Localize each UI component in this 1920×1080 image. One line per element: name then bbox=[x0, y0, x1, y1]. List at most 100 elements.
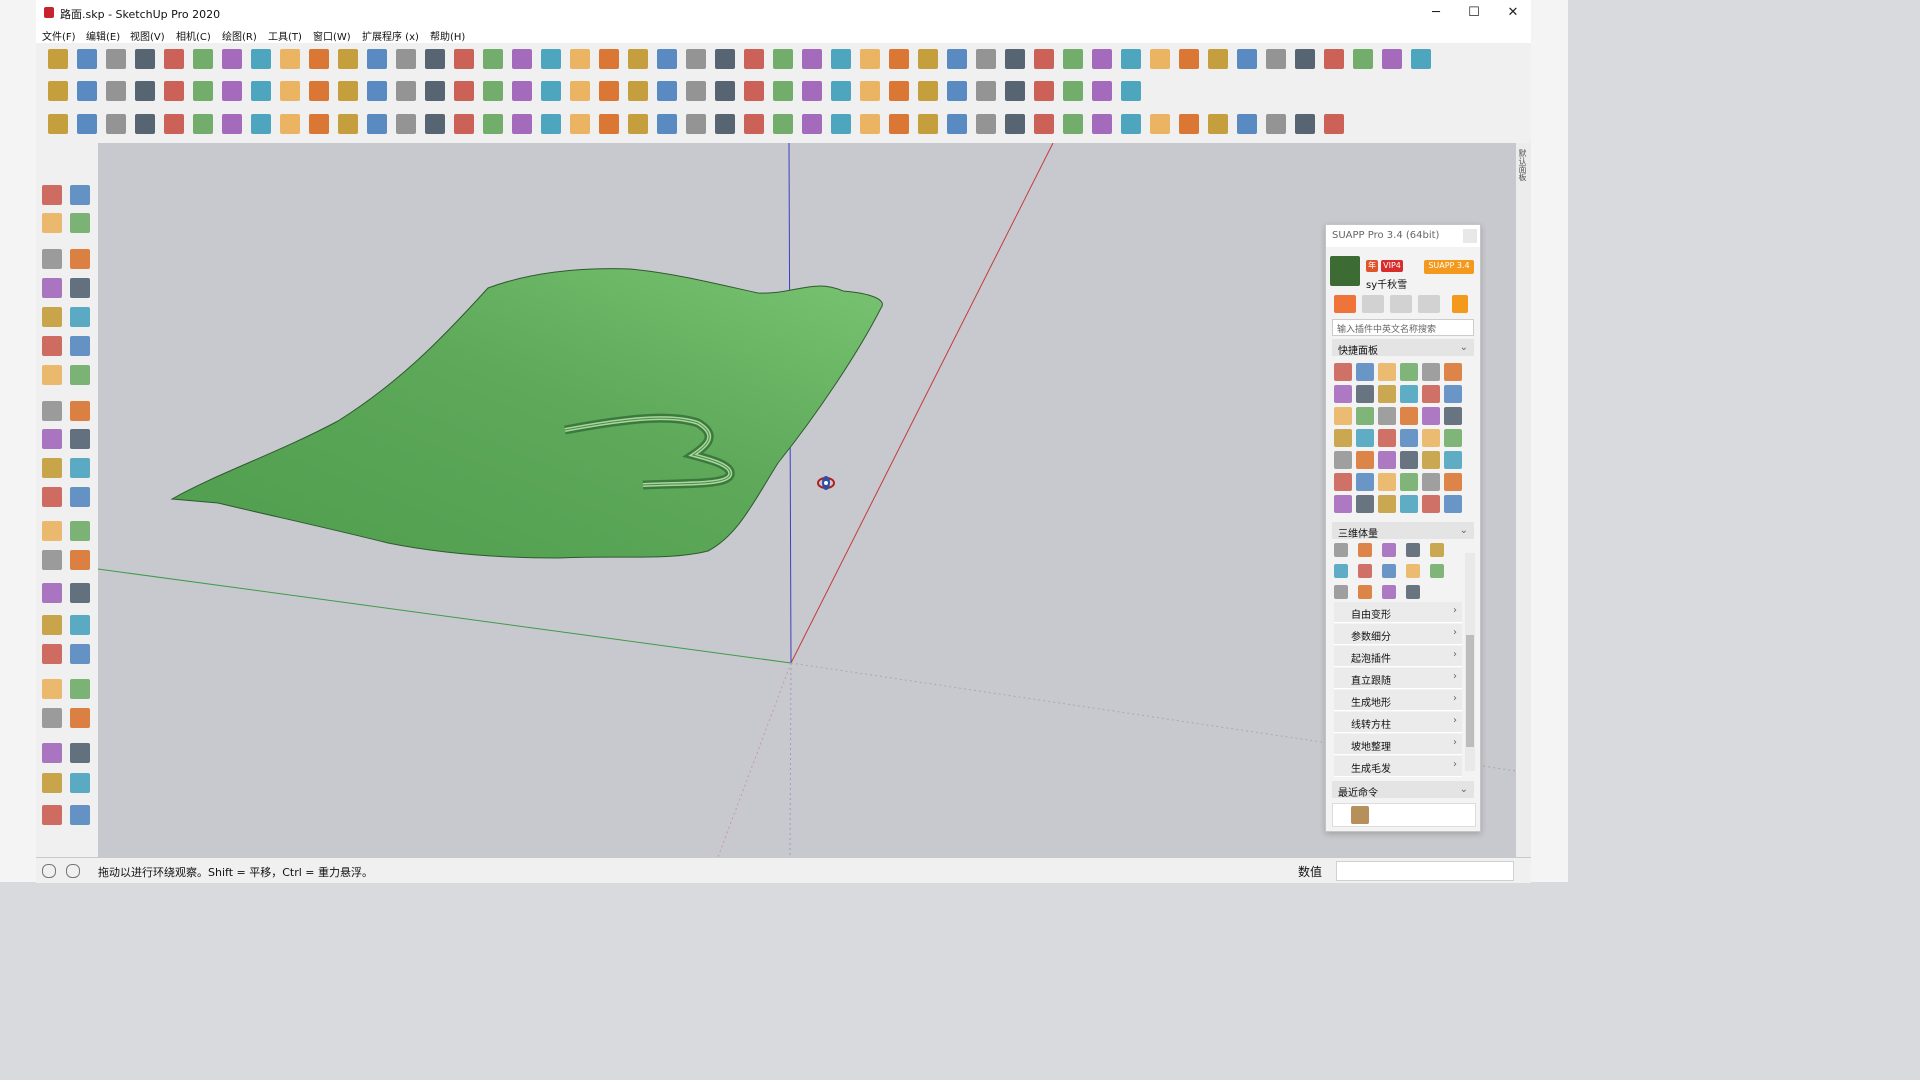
toolbar3-tool-icon-31[interactable] bbox=[918, 114, 938, 134]
quick-plugin-icon-40[interactable] bbox=[1400, 495, 1418, 513]
toolbar2-tool-icon-11[interactable] bbox=[338, 81, 358, 101]
toolbar3-tool-icon-38[interactable] bbox=[1121, 114, 1141, 134]
large-tool-icon-32[interactable] bbox=[70, 644, 90, 664]
toolbar2-tool-icon-29[interactable] bbox=[860, 81, 880, 101]
toolbar1-tool-icon-34[interactable] bbox=[1005, 49, 1025, 69]
toolbar1-tool-icon-9[interactable] bbox=[280, 49, 300, 69]
toolbar1-tool-icon-46[interactable] bbox=[1353, 49, 1373, 69]
menu-camera[interactable]: 相机(C) bbox=[176, 28, 211, 43]
toolbar1-tool-icon-30[interactable] bbox=[889, 49, 909, 69]
toolbar2-tool-icon-22[interactable] bbox=[657, 81, 677, 101]
large-tool-icon-6[interactable] bbox=[70, 249, 90, 269]
toolbar3-tool-icon-13[interactable] bbox=[396, 114, 416, 134]
toolbar2-tool-icon-12[interactable] bbox=[367, 81, 387, 101]
quick-plugin-icon-24[interactable] bbox=[1444, 429, 1462, 447]
toolbar3-tool-icon-19[interactable] bbox=[570, 114, 590, 134]
large-tool-icon-3[interactable] bbox=[42, 213, 62, 233]
large-tool-icon-29[interactable] bbox=[42, 615, 62, 635]
toolbar3-tool-icon-22[interactable] bbox=[657, 114, 677, 134]
toolbar1-tool-icon-18[interactable] bbox=[541, 49, 561, 69]
recent-command-icon[interactable] bbox=[1351, 806, 1369, 824]
toolbar2-tool-icon-4[interactable] bbox=[135, 81, 155, 101]
tab-grid-icon[interactable] bbox=[1452, 295, 1468, 313]
toolbar1-tool-icon-36[interactable] bbox=[1063, 49, 1083, 69]
toolbar3-tool-icon-44[interactable] bbox=[1295, 114, 1315, 134]
toolbar3-tool-icon-33[interactable] bbox=[976, 114, 996, 134]
volume-tool-icon-9[interactable] bbox=[1406, 564, 1420, 578]
large-tool-icon-22[interactable] bbox=[70, 487, 90, 507]
toolbar3-tool-icon-12[interactable] bbox=[367, 114, 387, 134]
toolbar2-tool-icon-7[interactable] bbox=[222, 81, 242, 101]
large-tool-icon-37[interactable] bbox=[42, 743, 62, 763]
menu-help[interactable]: 帮助(H) bbox=[430, 28, 465, 43]
toolbar3-tool-icon-15[interactable] bbox=[454, 114, 474, 134]
toolbar2-tool-icon-31[interactable] bbox=[918, 81, 938, 101]
large-tool-icon-4[interactable] bbox=[70, 213, 90, 233]
large-tool-icon-18[interactable] bbox=[70, 429, 90, 449]
toolbar1-tool-icon-24[interactable] bbox=[715, 49, 735, 69]
quick-plugin-icon-22[interactable] bbox=[1400, 429, 1418, 447]
quick-plugin-icon-16[interactable] bbox=[1400, 407, 1418, 425]
toolbar2-tool-icon-5[interactable] bbox=[164, 81, 184, 101]
toolbar1-tool-icon-25[interactable] bbox=[744, 49, 764, 69]
toolbar3-tool-icon-25[interactable] bbox=[744, 114, 764, 134]
quick-plugin-icon-33[interactable] bbox=[1378, 473, 1396, 491]
toolbar2-tool-icon-28[interactable] bbox=[831, 81, 851, 101]
toolbar2-tool-icon-27[interactable] bbox=[802, 81, 822, 101]
quick-plugin-icon-21[interactable] bbox=[1378, 429, 1396, 447]
toolbar1-tool-icon-16[interactable] bbox=[483, 49, 503, 69]
toolbar1-tool-icon-40[interactable] bbox=[1179, 49, 1199, 69]
large-tool-icon-7[interactable] bbox=[42, 278, 62, 298]
large-tool-icon-5[interactable] bbox=[42, 249, 62, 269]
toolbar2-tool-icon-38[interactable] bbox=[1121, 81, 1141, 101]
menu-tools[interactable]: 工具(T) bbox=[268, 28, 302, 43]
toolbar3-tool-icon-20[interactable] bbox=[599, 114, 619, 134]
toolbar3-tool-icon-45[interactable] bbox=[1324, 114, 1344, 134]
toolbar1-tool-icon-14[interactable] bbox=[425, 49, 445, 69]
toolbar3-tool-icon-5[interactable] bbox=[164, 114, 184, 134]
toolbar1-tool-icon-11[interactable] bbox=[338, 49, 358, 69]
toolbar3-tool-icon-9[interactable] bbox=[280, 114, 300, 134]
toolbar1-tool-icon-35[interactable] bbox=[1034, 49, 1054, 69]
toolbar3-tool-icon-37[interactable] bbox=[1092, 114, 1112, 134]
toolbar3-tool-icon-11[interactable] bbox=[338, 114, 358, 134]
quick-plugin-icon-30[interactable] bbox=[1444, 451, 1462, 469]
toolbar1-tool-icon-31[interactable] bbox=[918, 49, 938, 69]
toolbar3-tool-icon-14[interactable] bbox=[425, 114, 445, 134]
toolbar2-tool-icon-20[interactable] bbox=[599, 81, 619, 101]
toolbar1-tool-icon-10[interactable] bbox=[309, 49, 329, 69]
toolbar1-tool-icon-45[interactable] bbox=[1324, 49, 1344, 69]
panel-scrollbar[interactable] bbox=[1465, 553, 1475, 771]
plugin-menu-item[interactable]: 坡地整理 › bbox=[1334, 734, 1462, 755]
toolbar3-tool-icon-10[interactable] bbox=[309, 114, 329, 134]
quick-plugin-icon-29[interactable] bbox=[1422, 451, 1440, 469]
large-tool-icon-21[interactable] bbox=[42, 487, 62, 507]
large-tool-icon-30[interactable] bbox=[70, 615, 90, 635]
quick-plugin-icon-23[interactable] bbox=[1422, 429, 1440, 447]
toolbar1-tool-icon-3[interactable] bbox=[106, 49, 126, 69]
large-tool-icon-13[interactable] bbox=[42, 365, 62, 385]
toolbar3-tool-icon-23[interactable] bbox=[686, 114, 706, 134]
large-tool-icon-17[interactable] bbox=[42, 429, 62, 449]
toolbar1-tool-icon-17[interactable] bbox=[512, 49, 532, 69]
large-tool-icon-24[interactable] bbox=[70, 521, 90, 541]
terrain-surface[interactable] bbox=[170, 268, 883, 559]
quick-plugin-icon-28[interactable] bbox=[1400, 451, 1418, 469]
large-tool-icon-11[interactable] bbox=[42, 336, 62, 356]
large-tool-icon-23[interactable] bbox=[42, 521, 62, 541]
large-tool-icon-41[interactable] bbox=[42, 805, 62, 825]
volume-tool-icon-11[interactable] bbox=[1334, 585, 1348, 599]
toolbar3-tool-icon-29[interactable] bbox=[860, 114, 880, 134]
toolbar1-tool-icon-5[interactable] bbox=[164, 49, 184, 69]
toolbar2-tool-icon-8[interactable] bbox=[251, 81, 271, 101]
quick-plugin-icon-35[interactable] bbox=[1422, 473, 1440, 491]
toolbar3-tool-icon-24[interactable] bbox=[715, 114, 735, 134]
large-tool-icon-15[interactable] bbox=[42, 401, 62, 421]
large-tool-icon-16[interactable] bbox=[70, 401, 90, 421]
volume-tool-icon-1[interactable] bbox=[1334, 543, 1348, 557]
quick-plugin-icon-36[interactable] bbox=[1444, 473, 1462, 491]
toolbar3-tool-icon-8[interactable] bbox=[251, 114, 271, 134]
toolbar3-tool-icon-6[interactable] bbox=[193, 114, 213, 134]
toolbar2-tool-icon-25[interactable] bbox=[744, 81, 764, 101]
toolbar1-tool-icon-23[interactable] bbox=[686, 49, 706, 69]
